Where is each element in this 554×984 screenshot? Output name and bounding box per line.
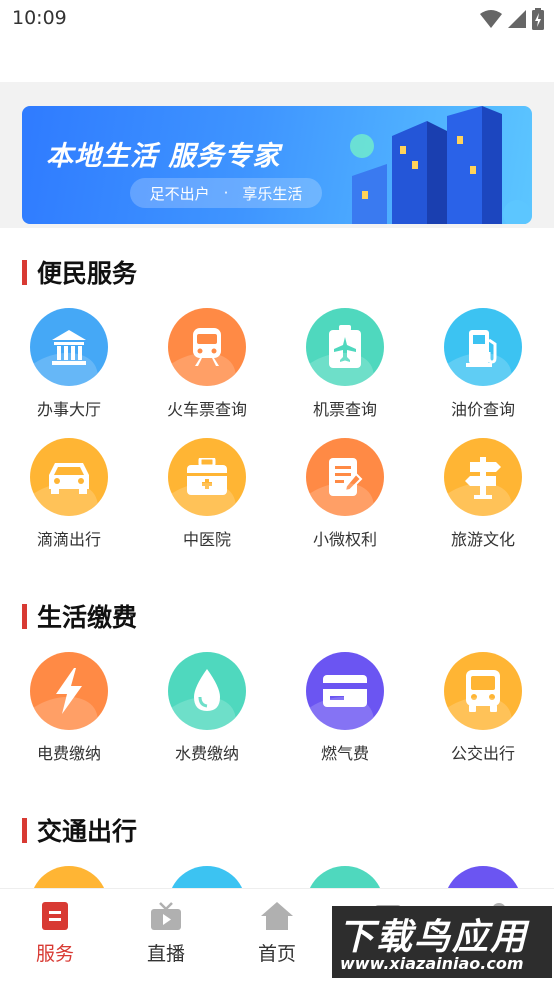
service-label: 油价查询	[450, 400, 515, 419]
tab-label: 直播	[146, 943, 185, 965]
bus-icon	[444, 652, 522, 730]
service-label: 旅游文化	[450, 530, 515, 549]
medical-kit-icon	[168, 438, 246, 516]
document-edit-icon	[306, 438, 384, 516]
service-label: 火车票查询	[166, 400, 247, 419]
banner-subtitle-left: 足不出户	[149, 184, 210, 203]
tab-label: 首页	[257, 943, 296, 965]
banner[interactable]: 本地生活 服务专家 足不出户 · 享乐生活	[22, 106, 532, 224]
government-hall-icon	[30, 308, 108, 386]
payment-item-electricity[interactable]: 电费缴纳	[0, 652, 138, 764]
banner-title: 本地生活 服务专家	[46, 141, 281, 172]
section-title-text: 生活缴费	[37, 603, 138, 632]
city-illustration	[350, 106, 531, 224]
payment-label: 电费缴纳	[36, 744, 101, 763]
tab-home[interactable]: 首页	[222, 901, 332, 966]
service-item-hospital[interactable]: 中医院	[138, 438, 276, 550]
signpost-icon	[444, 438, 522, 516]
banner-area: 本地生活 服务专家 足不出户 · 享乐生活	[0, 82, 554, 228]
home-icon	[261, 902, 293, 930]
status-icons	[480, 8, 544, 30]
watermark-url: www.xiazainiao.com	[340, 954, 524, 973]
service-item-power[interactable]: 小微权利	[276, 438, 414, 550]
banner-subtitle-right: 享乐生活	[242, 184, 303, 203]
section-marker	[22, 817, 27, 843]
section-title-text: 交通出行	[37, 817, 138, 846]
water-drop-icon	[168, 652, 246, 730]
battery-icon	[532, 8, 544, 30]
section-marker	[22, 603, 27, 629]
service-label: 中医院	[182, 530, 231, 549]
service-item-train[interactable]: 火车票查询	[138, 308, 276, 420]
fuel-pump-icon	[444, 308, 522, 386]
payment-item-water[interactable]: 水费缴纳	[138, 652, 276, 764]
service-item-hall[interactable]: 办事大厅	[0, 308, 138, 420]
card-icon	[306, 652, 384, 730]
service-item-didi[interactable]: 滴滴出行	[0, 438, 138, 550]
payment-label: 水费缴纳	[174, 744, 239, 763]
signal-icon	[508, 10, 526, 28]
banner-subtitle: 足不出户 · 享乐生活	[130, 178, 322, 208]
payment-label: 公交出行	[450, 744, 515, 763]
payment-item-bus[interactable]: 公交出行	[414, 652, 552, 764]
service-label: 滴滴出行	[36, 530, 101, 549]
status-bar: 10:09	[0, 0, 554, 38]
service-label: 机票查询	[312, 400, 377, 419]
section-marker	[22, 259, 27, 285]
service-label: 办事大厅	[36, 400, 101, 419]
wifi-icon	[480, 10, 502, 28]
payment-item-gas[interactable]: 燃气费	[276, 652, 414, 764]
car-icon	[30, 438, 108, 516]
service-item-flight[interactable]: 机票查询	[276, 308, 414, 420]
train-icon	[168, 308, 246, 386]
banner-subtitle-dot: ·	[223, 184, 229, 202]
watermark-main-text: 下载鸟应用	[338, 917, 529, 958]
lightning-icon	[30, 652, 108, 730]
service-icon	[42, 902, 68, 930]
tab-label: 服务	[35, 943, 74, 965]
tab-live[interactable]: 直播	[111, 901, 221, 966]
service-label: 小微权利	[312, 530, 377, 549]
section-title-transport: 交通出行	[22, 812, 137, 848]
watermark: 下载鸟应用 www.xiazainiao.com	[332, 906, 552, 978]
tv-icon	[151, 902, 181, 930]
payment-label: 燃气费	[320, 744, 369, 763]
flight-ticket-icon	[306, 308, 384, 386]
service-item-tourism[interactable]: 旅游文化	[414, 438, 552, 550]
section-title-payments: 生活缴费	[22, 598, 137, 634]
service-item-fuel[interactable]: 油价查询	[414, 308, 552, 420]
section-title-convenience: 便民服务	[22, 254, 137, 290]
status-time: 10:09	[12, 7, 67, 29]
tab-service[interactable]: 服务	[0, 901, 110, 966]
section-title-text: 便民服务	[37, 259, 138, 288]
